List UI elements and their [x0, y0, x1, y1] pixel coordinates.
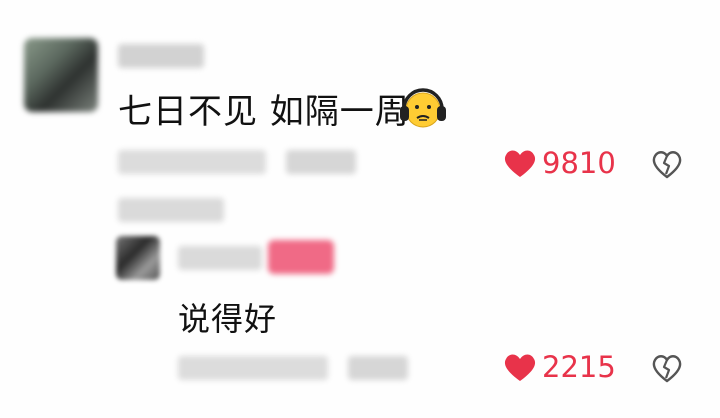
like-button[interactable]: 2215 — [502, 350, 616, 384]
broken-heart-icon[interactable] — [650, 352, 684, 384]
author-tag-blurred — [268, 240, 334, 274]
username-blurred[interactable] — [118, 44, 204, 68]
reply-username-blurred[interactable] — [178, 246, 262, 270]
avatar[interactable] — [116, 236, 160, 280]
timestamp-blurred — [118, 150, 266, 174]
like-button[interactable]: 9810 — [502, 146, 616, 180]
comment-text: 七日不见 如隔一周 — [118, 92, 410, 132]
reply-button-blurred[interactable] — [286, 150, 356, 174]
expand-replies-blurred[interactable] — [118, 198, 224, 222]
like-count: 2215 — [542, 350, 616, 384]
broken-heart-icon[interactable] — [650, 148, 684, 180]
reply-timestamp-blurred — [178, 356, 328, 380]
heart-icon — [504, 354, 536, 381]
reply-text: 说得好 — [178, 300, 278, 338]
headphone-emoji — [400, 88, 446, 128]
heart-icon — [504, 150, 536, 177]
reply-reply-button-blurred[interactable] — [348, 356, 408, 380]
like-count: 9810 — [542, 146, 616, 180]
avatar[interactable] — [24, 38, 98, 112]
